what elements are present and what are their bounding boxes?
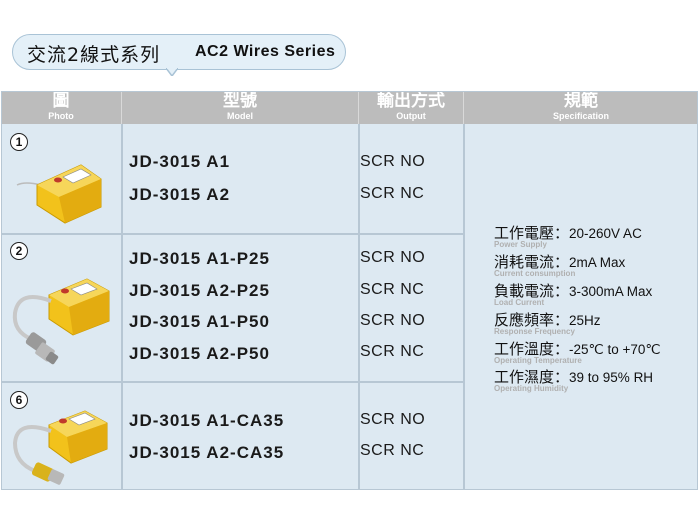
output-type: SCR NC [360,343,425,360]
header-photo: 圖 Photo [1,91,121,124]
sensor-connector-photo [12,278,110,365]
header-output-zh: 輸出方式 [377,91,445,111]
spec-item-power-supply: 工作電壓：20-260V AC Power Supply [494,222,642,249]
spec-value: 20-260V AC [569,226,642,241]
product-table: 圖 Photo 型號 Model 輸出方式 Output 規範 Specific… [1,91,698,490]
header-spec-en: Specification [552,111,609,121]
header-photo-en: Photo [48,111,74,121]
output-type: SCR NO [360,411,426,428]
output-type: SCR NO [360,153,426,170]
spec-item-operating-humidity: 工作濕度：39 to 95% RH Operating Humidity [494,366,654,393]
sensor-cable-photo [12,410,108,485]
header-photo-zh: 圖 [52,91,70,111]
sensor-square-photo [16,164,102,224]
spec-label-en: Response Frequency [494,327,575,336]
header-model: 型號 Model [122,91,358,124]
spec-value: -25℃ to +70℃ [569,342,661,357]
output-type: SCR NC [360,185,425,202]
spec-label-en: Operating Temperature [494,356,582,365]
spec-item-current-consumption: 消耗電流：2mA Max Current consumption [494,251,626,278]
header-model-zh: 型號 [223,91,257,111]
model-name: JD-3015 A1 [129,152,231,171]
series-title: 交流2線式系列 AC2 Wires Series [12,34,346,70]
spec-label-en: Power Supply [494,240,547,249]
header-output: 輸出方式 Output [359,91,463,124]
spec-value: 25Hz [569,313,601,328]
model-name: JD-3015 A1-P50 [129,312,270,331]
output-type: SCR NO [360,312,426,329]
model-name: JD-3015 A1-CA35 [129,411,285,430]
spec-value: 2mA Max [569,255,626,270]
series-title-zh: 交流2線式系列 [27,44,161,66]
model-name: JD-3015 A1-P25 [129,249,270,268]
output-type: SCR NO [360,249,426,266]
model-name: JD-3015 A2 [129,185,231,204]
output-type: SCR NC [360,281,425,298]
spec-item-load-current: 負載電流：3-300mA Max Load Current [494,280,653,307]
spec-item-response-frequency: 反應頻率：25Hz Response Frequency [494,309,601,336]
group-number-badge: 1 [10,133,28,151]
header-model-en: Model [227,111,253,121]
spec-item-operating-temperature: 工作溫度：-25℃ to +70℃ Operating Temperature [494,338,661,365]
header-spec: 規範 Specification [464,91,698,124]
header-spec-zh: 規範 [564,91,598,111]
output-type: SCR NC [360,442,425,459]
spec-value: 3-300mA Max [569,284,653,299]
spec-label-en: Current consumption [494,269,576,278]
model-name: JD-3015 A2-CA35 [129,443,285,462]
spec-value: 39 to 95% RH [569,370,654,385]
title-pointer-icon [166,68,178,76]
spec-label-en: Load Current [494,298,545,307]
header-output-en: Output [396,111,426,121]
model-name: JD-3015 A2-P25 [129,281,270,300]
spec-label-en: Operating Humidity [494,384,569,393]
model-name: JD-3015 A2-P50 [129,344,270,363]
series-title-en: AC2 Wires Series [195,43,336,60]
group-number-badge: 2 [10,242,28,260]
